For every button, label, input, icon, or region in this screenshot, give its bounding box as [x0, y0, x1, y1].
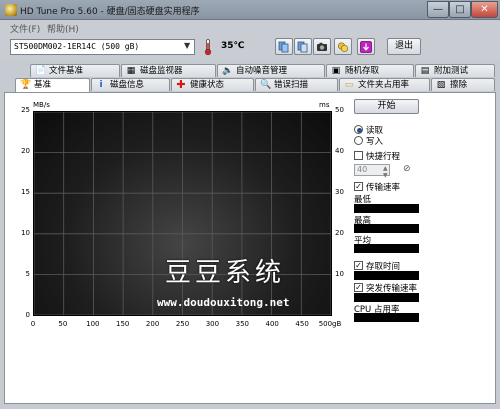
tab-random-access[interactable]: ▣ 随机存取	[326, 64, 414, 77]
tab-label: 基准	[34, 80, 52, 90]
y-tick-right-label: 40	[335, 147, 344, 155]
download-icon	[360, 41, 372, 53]
copy-alt-icon	[297, 41, 308, 53]
tab-benchmark[interactable]: 🏆 基准	[15, 78, 90, 92]
tab-disk-monitor[interactable]: ▦ 磁盘监视器	[121, 64, 216, 77]
write-radio[interactable]	[354, 136, 363, 145]
watermark-url: www.doudouxitong.net	[157, 296, 290, 309]
y-axis-left-label: MB/s	[33, 101, 50, 109]
y-tick-left-label: 15	[21, 188, 30, 196]
tab-health[interactable]: ✚ 健康状态	[171, 78, 254, 91]
extra-tests-icon: ▤	[420, 66, 430, 76]
coins-icon	[337, 42, 349, 53]
exit-button[interactable]: 退出	[387, 38, 421, 55]
drive-select[interactable]: ST500DM002-1ER14C (500 gB)	[10, 39, 195, 55]
tab-label: 健康状态	[190, 80, 225, 90]
tab-label: 磁盘监视器	[140, 66, 183, 76]
tab-label: 磁盘信息	[110, 80, 145, 90]
x-tick-label: 250	[175, 320, 190, 328]
read-radio[interactable]	[354, 125, 363, 134]
max-value	[354, 224, 419, 233]
tab-folder-usage[interactable]: ▭ 文件夹占用率	[339, 78, 430, 91]
transfer-rate-checkbox[interactable]: ✓	[354, 182, 363, 191]
maximize-button[interactable]: □	[449, 1, 471, 18]
tab-label: 擦除	[450, 80, 468, 90]
speaker-icon: 🔈	[222, 66, 234, 76]
x-tick-label: 300	[205, 320, 220, 328]
x-tick-label: 350	[235, 320, 249, 328]
write-label: 写入	[366, 137, 384, 147]
y-axis-right-label: ms	[319, 101, 330, 109]
y-tick-right-label: 50	[335, 106, 344, 114]
min-value	[354, 204, 419, 213]
access-time-checkbox[interactable]: ✓	[354, 261, 363, 270]
copy-icon	[278, 41, 289, 53]
disk-monitor-icon: ▦	[126, 66, 136, 76]
cpu-usage-value	[354, 313, 419, 322]
chevron-down-icon[interactable]: ▼	[184, 41, 190, 50]
tab-extra-tests[interactable]: ▤ 附加测试	[415, 64, 495, 77]
tab-erase[interactable]: ▧ 擦除	[431, 78, 495, 91]
tab-acoustic-management[interactable]: 🔈 自动噪音管理	[217, 64, 325, 77]
tab-label: 错误扫描	[274, 80, 309, 90]
tab-label: 文件夹占用率	[358, 80, 410, 90]
stepper-arrows-icon[interactable]: ▲ ▼	[383, 165, 388, 179]
watermark-text: 豆豆系统	[165, 258, 286, 288]
info-icon: i	[99, 80, 103, 90]
transfer-rate-label: 传输速率	[366, 183, 401, 193]
short-stroke-label: 快捷行程	[366, 152, 401, 162]
benchmark-icon: 🏆	[20, 80, 32, 90]
y-tick-right-label: 30	[335, 188, 344, 196]
x-tick-label: 100	[86, 320, 100, 328]
tab-label: 文件基准	[49, 66, 84, 76]
link-icon: ⊘	[403, 164, 411, 174]
burst-rate-value	[354, 293, 419, 302]
health-cross-icon: ✚	[176, 78, 186, 91]
tab-label: 自动噪音管理	[236, 66, 288, 76]
tab-error-scan[interactable]: 🔍 错误扫描	[255, 78, 338, 91]
x-tick-label: 450	[295, 320, 309, 328]
temperature-readout: 35℃	[221, 41, 245, 51]
copy-alt-button[interactable]	[294, 38, 312, 55]
avg-value	[354, 244, 419, 253]
start-button[interactable]: 开始	[354, 99, 419, 114]
thermometer-icon	[204, 39, 212, 55]
tab-disk-info[interactable]: i 磁盘信息	[91, 78, 170, 91]
camera-icon	[317, 42, 327, 51]
app-icon	[5, 4, 17, 16]
x-tick-label: 150	[116, 320, 130, 328]
copy-button[interactable]	[275, 38, 293, 55]
x-tick-label: 400	[265, 320, 279, 328]
y-tick-left-label: 25	[21, 106, 30, 114]
y-tick-right-label: 20	[335, 229, 344, 237]
close-button[interactable]: ✕	[471, 1, 498, 18]
error-scan-icon: 🔍	[260, 80, 272, 90]
tab-label: 附加测试	[434, 66, 469, 76]
x-tick-label: 0	[30, 320, 36, 328]
y-tick-left-label: 10	[21, 229, 30, 237]
minimize-button[interactable]: —	[427, 1, 449, 18]
options-button[interactable]	[334, 38, 352, 55]
y-tick-left-label: 5	[25, 270, 30, 278]
file-benchmark-icon: 📄	[35, 66, 47, 76]
random-access-icon: ▣	[331, 66, 341, 76]
y-tick-left-label: 0	[25, 311, 30, 319]
folder-usage-icon: ▭	[344, 80, 354, 90]
save-button[interactable]	[357, 38, 375, 55]
erase-icon: ▧	[436, 80, 446, 90]
y-tick-left-label: 20	[21, 147, 30, 155]
burst-rate-checkbox[interactable]: ✓	[354, 283, 363, 292]
window-title: HD Tune Pro 5.60 - 硬盘/固态硬盘实用程序	[20, 7, 200, 17]
access-time-value	[354, 271, 419, 280]
status-bar	[0, 404, 500, 409]
short-stroke-checkbox[interactable]	[354, 151, 363, 160]
y-tick-right-label: 10	[335, 270, 344, 278]
x-tick-label: 50	[58, 320, 68, 328]
x-tick-label: 200	[145, 320, 160, 328]
screenshot-button[interactable]	[313, 38, 331, 55]
x-tick-label: 500gB	[318, 320, 342, 328]
tab-label: 随机存取	[345, 66, 380, 76]
tab-file-benchmark[interactable]: 📄 文件基准	[30, 64, 120, 77]
